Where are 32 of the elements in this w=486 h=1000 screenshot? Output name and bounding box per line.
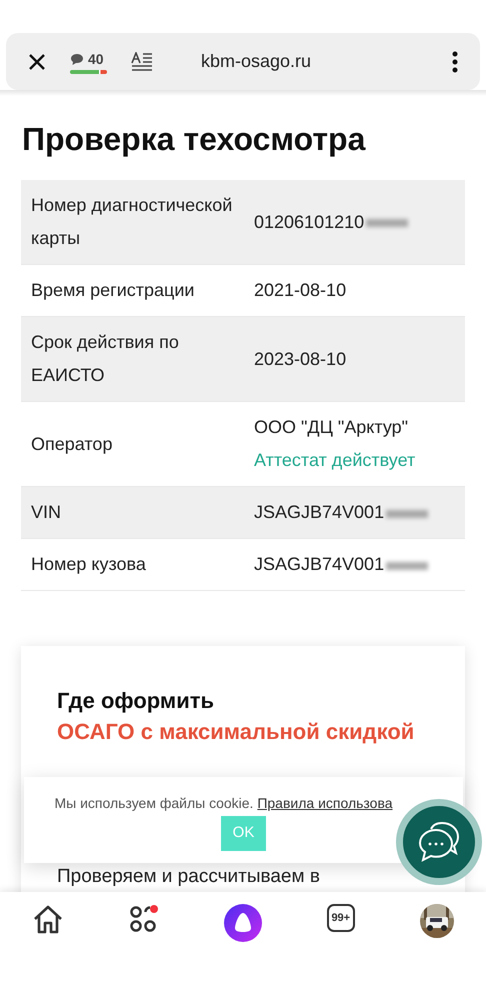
home-icon[interactable]	[32, 904, 64, 936]
more-menu-icon[interactable]	[452, 50, 458, 72]
row-label: Номер диагностической карты	[30, 194, 234, 250]
promo-text: Проверяем и рассчитываем в	[57, 866, 321, 888]
apps-icon[interactable]	[129, 904, 160, 934]
comment-count: 40	[88, 50, 104, 69]
cookie-text: Мы используем файлы cookie.	[54, 795, 254, 811]
row-value: 01206101210	[254, 212, 364, 232]
comments-button[interactable]: 40	[70, 49, 107, 74]
row-value: JSAGJB74V001	[254, 502, 384, 522]
row-value: 2021-08-10	[254, 280, 346, 300]
row-value: ООО "ДЦ "Арктур"	[254, 417, 408, 438]
url-text[interactable]: kbm-osago.ru	[201, 48, 312, 75]
rating-bar	[70, 70, 107, 74]
rules-link[interactable]: Правила использова	[257, 795, 393, 811]
close-icon[interactable]	[28, 52, 46, 70]
row-label: Оператор	[30, 432, 114, 456]
assistant-icon[interactable]	[224, 904, 262, 942]
row-label: VIN	[30, 501, 62, 524]
promo-heading: Где оформить	[57, 687, 216, 716]
row-label: Время регистрации	[30, 279, 196, 302]
reader-mode-icon[interactable]	[131, 52, 153, 72]
row-label: Срок действия по ЕАИСТО	[30, 331, 180, 388]
status-text: Аттестат действует	[254, 449, 416, 472]
comment-icon	[70, 53, 84, 66]
promo-highlight: ОСАГО с максимальной скидкой	[57, 718, 416, 746]
page-title: Проверка техосмотра	[22, 120, 367, 158]
chat-icon	[417, 821, 461, 863]
row-label: Номер кузова	[30, 553, 147, 576]
tabs-counter[interactable]: 99+	[326, 904, 355, 932]
row-value: JSAGJB74V001	[254, 554, 384, 574]
row-value: 2023-08-10	[254, 348, 346, 369]
